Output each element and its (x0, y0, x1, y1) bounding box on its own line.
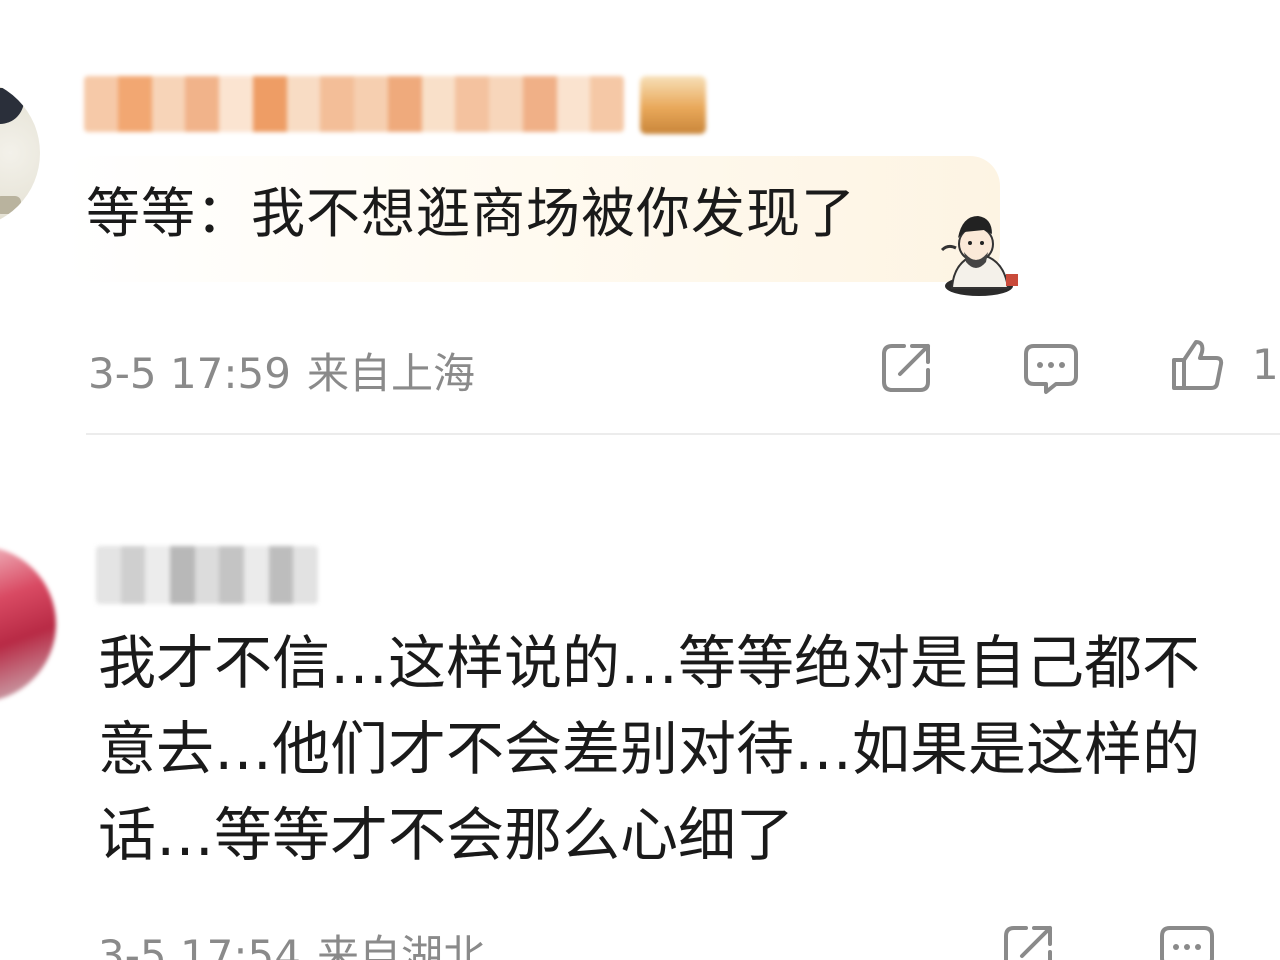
comment-icon[interactable] (1158, 920, 1216, 960)
comment-icon[interactable] (1022, 338, 1080, 396)
vip-badge-icon (640, 76, 706, 134)
comment-time: 3-5 17:59 (88, 349, 291, 398)
comment-text-line: 话…等等才不会那么心细了 (98, 801, 795, 869)
commenter-avatar[interactable] (0, 546, 56, 702)
avatar-detail (0, 196, 21, 214)
comment-text: 我才不信…这样说的…等等绝对是自己都不 意去…他们才不会差别对待…如果是这样的 … (98, 620, 1280, 878)
like-count: 1 (1252, 340, 1279, 389)
sticker-icon (940, 216, 1018, 296)
share-icon[interactable] (1000, 920, 1058, 960)
commenter-name-redacted[interactable] (84, 76, 624, 132)
comment-text-line: 意去…他们才不会差别对待…如果是这样的 (98, 715, 1201, 783)
comment-divider (86, 433, 1280, 435)
commenter-avatar[interactable] (0, 78, 40, 228)
thumbs-up-icon[interactable] (1168, 336, 1226, 394)
comment-feed: 等等：我不想逛商场被你发现了 3-5 17:59 来自上海 1 我才不信…这样说… (0, 0, 1280, 960)
avatar-hair (0, 88, 24, 124)
comment-text: 等等：我不想逛商场被你发现了 (86, 182, 856, 245)
comment-meta: 3-5 17:54 来自湖北 (98, 922, 485, 960)
comment-meta: 3-5 17:59 来自上海 (88, 340, 475, 401)
comment-location: 来自湖北 (317, 931, 486, 960)
comment-time: 3-5 17:54 (98, 931, 301, 960)
share-icon[interactable] (878, 338, 936, 396)
comment-location: 来自上海 (307, 349, 476, 398)
commenter-name-redacted[interactable] (96, 546, 318, 604)
comment-text-line: 我才不信…这样说的…等等绝对是自己都不 (98, 629, 1201, 697)
